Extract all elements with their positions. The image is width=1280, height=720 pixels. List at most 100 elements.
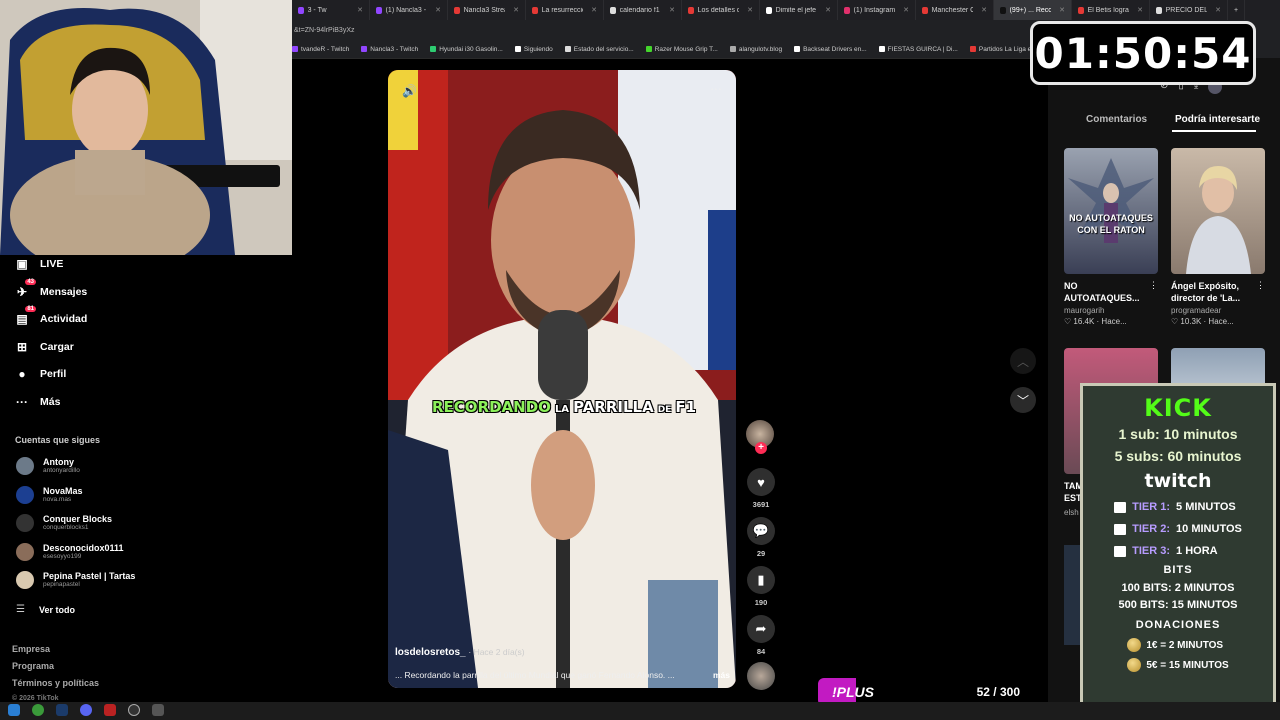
sidebar-item-activity[interactable]: ▤ 81 Actividad bbox=[14, 306, 87, 327]
bookmark-item[interactable]: Siguiendo bbox=[514, 45, 553, 53]
browser-tab[interactable]: (1) Instagram ✕ bbox=[838, 0, 916, 20]
notification-badge: 43 bbox=[25, 278, 36, 285]
close-tab-icon[interactable]: ✕ bbox=[435, 6, 441, 14]
donation-rule: 5€ = 15 MINUTOS bbox=[1127, 655, 1229, 675]
suggestion-thumbnail-partial[interactable] bbox=[1064, 545, 1080, 645]
comment-action[interactable]: 💬 29 bbox=[746, 517, 776, 558]
footer-link[interactable]: Programa bbox=[12, 661, 54, 671]
creator-avatar[interactable]: + bbox=[746, 420, 776, 454]
card-stats-text: 16.4K · Hace... bbox=[1073, 317, 1127, 326]
app-icon[interactable] bbox=[152, 704, 164, 716]
close-tab-icon[interactable]: ✕ bbox=[669, 6, 675, 14]
avatar bbox=[16, 457, 34, 475]
bookmark-item[interactable]: Razer Mouse Grip T... bbox=[645, 46, 718, 53]
close-tab-icon[interactable]: ✕ bbox=[591, 6, 597, 14]
windows-start-icon[interactable] bbox=[8, 704, 20, 716]
close-tab-icon[interactable]: ✕ bbox=[513, 6, 519, 14]
browser-tab[interactable]: Manchester Cit ✕ bbox=[916, 0, 994, 20]
followed-account[interactable]: Antony antonyardillo bbox=[16, 457, 80, 475]
options-icon[interactable]: ⋯ bbox=[710, 82, 722, 96]
suggestion-card[interactable]: Ángel Expósito, director de 'La... ⋮ pro… bbox=[1171, 148, 1265, 326]
browser-tab[interactable]: calendario f1 ✕ bbox=[604, 0, 682, 20]
obs-icon[interactable] bbox=[128, 704, 140, 716]
suggestion-thumbnail-partial[interactable] bbox=[1171, 348, 1265, 388]
volume-icon[interactable]: 🔊 bbox=[402, 84, 417, 98]
suggestion-card[interactable]: NO AUTOATAQUES CON EL RATON NO AUTOATAQU… bbox=[1064, 148, 1158, 326]
close-tab-icon[interactable]: ✕ bbox=[825, 6, 831, 14]
discord-icon[interactable] bbox=[80, 704, 92, 716]
browser-tab[interactable]: La resurrección ✕ bbox=[526, 0, 604, 20]
followed-account[interactable]: NovaMas nova.mas bbox=[16, 485, 83, 504]
video-author[interactable]: losdelosretos_ bbox=[395, 647, 466, 658]
like-action[interactable]: ♥ 3691 bbox=[746, 468, 776, 509]
card-title-partial: TAM EST bbox=[1064, 481, 1083, 503]
bookmark-item[interactable]: tvandeR - Twitch bbox=[292, 46, 349, 53]
followed-account[interactable]: Conquer Blocks conquerblocks1 bbox=[16, 514, 112, 532]
avatar bbox=[16, 485, 34, 504]
sidebar-item-messages[interactable]: ✈ 43 Mensajes bbox=[14, 278, 87, 300]
browser-tab[interactable]: (1) Nancla3 - Tw ✕ bbox=[370, 0, 448, 20]
save-action[interactable]: ▮ 190 bbox=[746, 566, 776, 607]
tab-comments[interactable]: Comentarios bbox=[1086, 114, 1147, 125]
chevron-up-icon[interactable]: ︿ bbox=[1010, 348, 1036, 374]
bookmark-favicon-icon bbox=[729, 46, 736, 52]
close-tab-icon[interactable]: ✕ bbox=[903, 6, 909, 14]
video-player[interactable]: 🔊 ⋯ RECORDANDO LA PARRILLA DE F1 losdelo… bbox=[388, 70, 736, 688]
followed-account[interactable]: Pepina Pastel | Tartas pepinapastel bbox=[16, 571, 135, 589]
browser-tab[interactable]: Dimite el jefe d ✕ bbox=[760, 0, 838, 20]
tab-label: El Betis logra n bbox=[1087, 6, 1130, 14]
sidebar-item-profile[interactable]: ● Perfil bbox=[14, 366, 66, 382]
tab-suggestions[interactable]: Podría interesarte bbox=[1175, 114, 1260, 125]
tab-label: Manchester Cit bbox=[931, 6, 974, 14]
bits-rule: 100 BITS: 2 MINUTOS bbox=[1121, 582, 1235, 594]
close-tab-icon[interactable]: ✕ bbox=[1215, 6, 1221, 14]
chrome-icon[interactable] bbox=[32, 704, 44, 716]
bookmark-label: Siguiendo bbox=[523, 45, 553, 53]
bookmark-item[interactable]: Estado del servicio... bbox=[564, 46, 634, 53]
close-tab-icon[interactable]: ✕ bbox=[1059, 6, 1065, 14]
see-all-link[interactable]: ☰ Ver todo bbox=[16, 604, 75, 615]
sidebar-item-label: Perfil bbox=[40, 368, 67, 380]
browser-tab[interactable]: PRECIO DEL M ✕ bbox=[1150, 0, 1228, 20]
music-disc-icon[interactable] bbox=[747, 662, 775, 690]
close-tab-icon[interactable]: ✕ bbox=[1137, 6, 1143, 14]
share-icon[interactable]: ➦ bbox=[747, 615, 775, 643]
sidebar-item-upload[interactable]: ⊞ Cargar bbox=[14, 339, 74, 355]
more-icon: ··· bbox=[16, 394, 28, 409]
browser-tab[interactable]: (99+) ... Recor ✕ bbox=[994, 0, 1072, 20]
app-icon[interactable] bbox=[104, 704, 116, 716]
followed-account[interactable]: Desconocidox0111 esesoyyo199 bbox=[16, 542, 124, 561]
close-tab-icon[interactable]: ✕ bbox=[357, 6, 363, 14]
more-link[interactable]: más bbox=[713, 670, 730, 680]
card-menu-icon[interactable]: ⋮ bbox=[1256, 280, 1265, 304]
footer-link[interactable]: Empresa bbox=[12, 644, 50, 654]
browser-tab[interactable]: Nancla3 Stream ✕ bbox=[448, 0, 526, 20]
sidebar-item-more[interactable]: ··· Más bbox=[14, 394, 60, 410]
bookmark-icon[interactable]: ▮ bbox=[747, 566, 775, 594]
video-time: · Hace 2 día(s) bbox=[468, 647, 525, 657]
comment-icon[interactable]: 💬 bbox=[747, 517, 775, 545]
bookmark-item[interactable]: FIESTAS GUIRCA | Di... bbox=[878, 46, 958, 53]
bookmark-item[interactable]: Hyundai i30 Gasolin... bbox=[430, 46, 503, 53]
card-menu-icon[interactable]: ⋮ bbox=[1149, 280, 1158, 304]
twitch-tier-rule: TIER 3: 1 HORA bbox=[1114, 540, 1242, 562]
footer-link[interactable]: Términos y políticas bbox=[12, 678, 99, 688]
bookmark-item[interactable]: Backseat Drivers en... bbox=[794, 46, 867, 53]
chevron-down-icon[interactable]: ﹀ bbox=[1010, 387, 1036, 413]
close-tab-icon[interactable]: ✕ bbox=[747, 6, 753, 14]
bookmark-item[interactable]: alangulotv.blog bbox=[729, 46, 782, 53]
follow-plus-icon[interactable]: + bbox=[755, 442, 767, 454]
bits-rule: 500 BITS: 15 MINUTOS bbox=[1118, 599, 1238, 611]
browser-tab[interactable]: 3 - Tw ✕ bbox=[292, 0, 370, 20]
sidebar-item-live[interactable]: ▣ LIVE bbox=[14, 256, 63, 272]
share-action[interactable]: ➦ 84 bbox=[746, 615, 776, 656]
browser-tab-bar: 3 - Tw✕(1) Nancla3 - Tw✕Nancla3 Stream✕L… bbox=[292, 0, 1280, 20]
new-tab-icon[interactable]: + bbox=[1228, 0, 1246, 20]
browser-tab[interactable]: El Betis logra n ✕ bbox=[1072, 0, 1150, 20]
bookmark-favicon-icon bbox=[969, 46, 976, 52]
browser-tab[interactable]: Los detalles de ✕ bbox=[682, 0, 760, 20]
bookmark-item[interactable]: Nancla3 - Twitch bbox=[361, 46, 418, 53]
steam-icon[interactable] bbox=[56, 704, 68, 716]
close-tab-icon[interactable]: ✕ bbox=[981, 6, 987, 14]
heart-icon[interactable]: ♥ bbox=[747, 468, 775, 496]
